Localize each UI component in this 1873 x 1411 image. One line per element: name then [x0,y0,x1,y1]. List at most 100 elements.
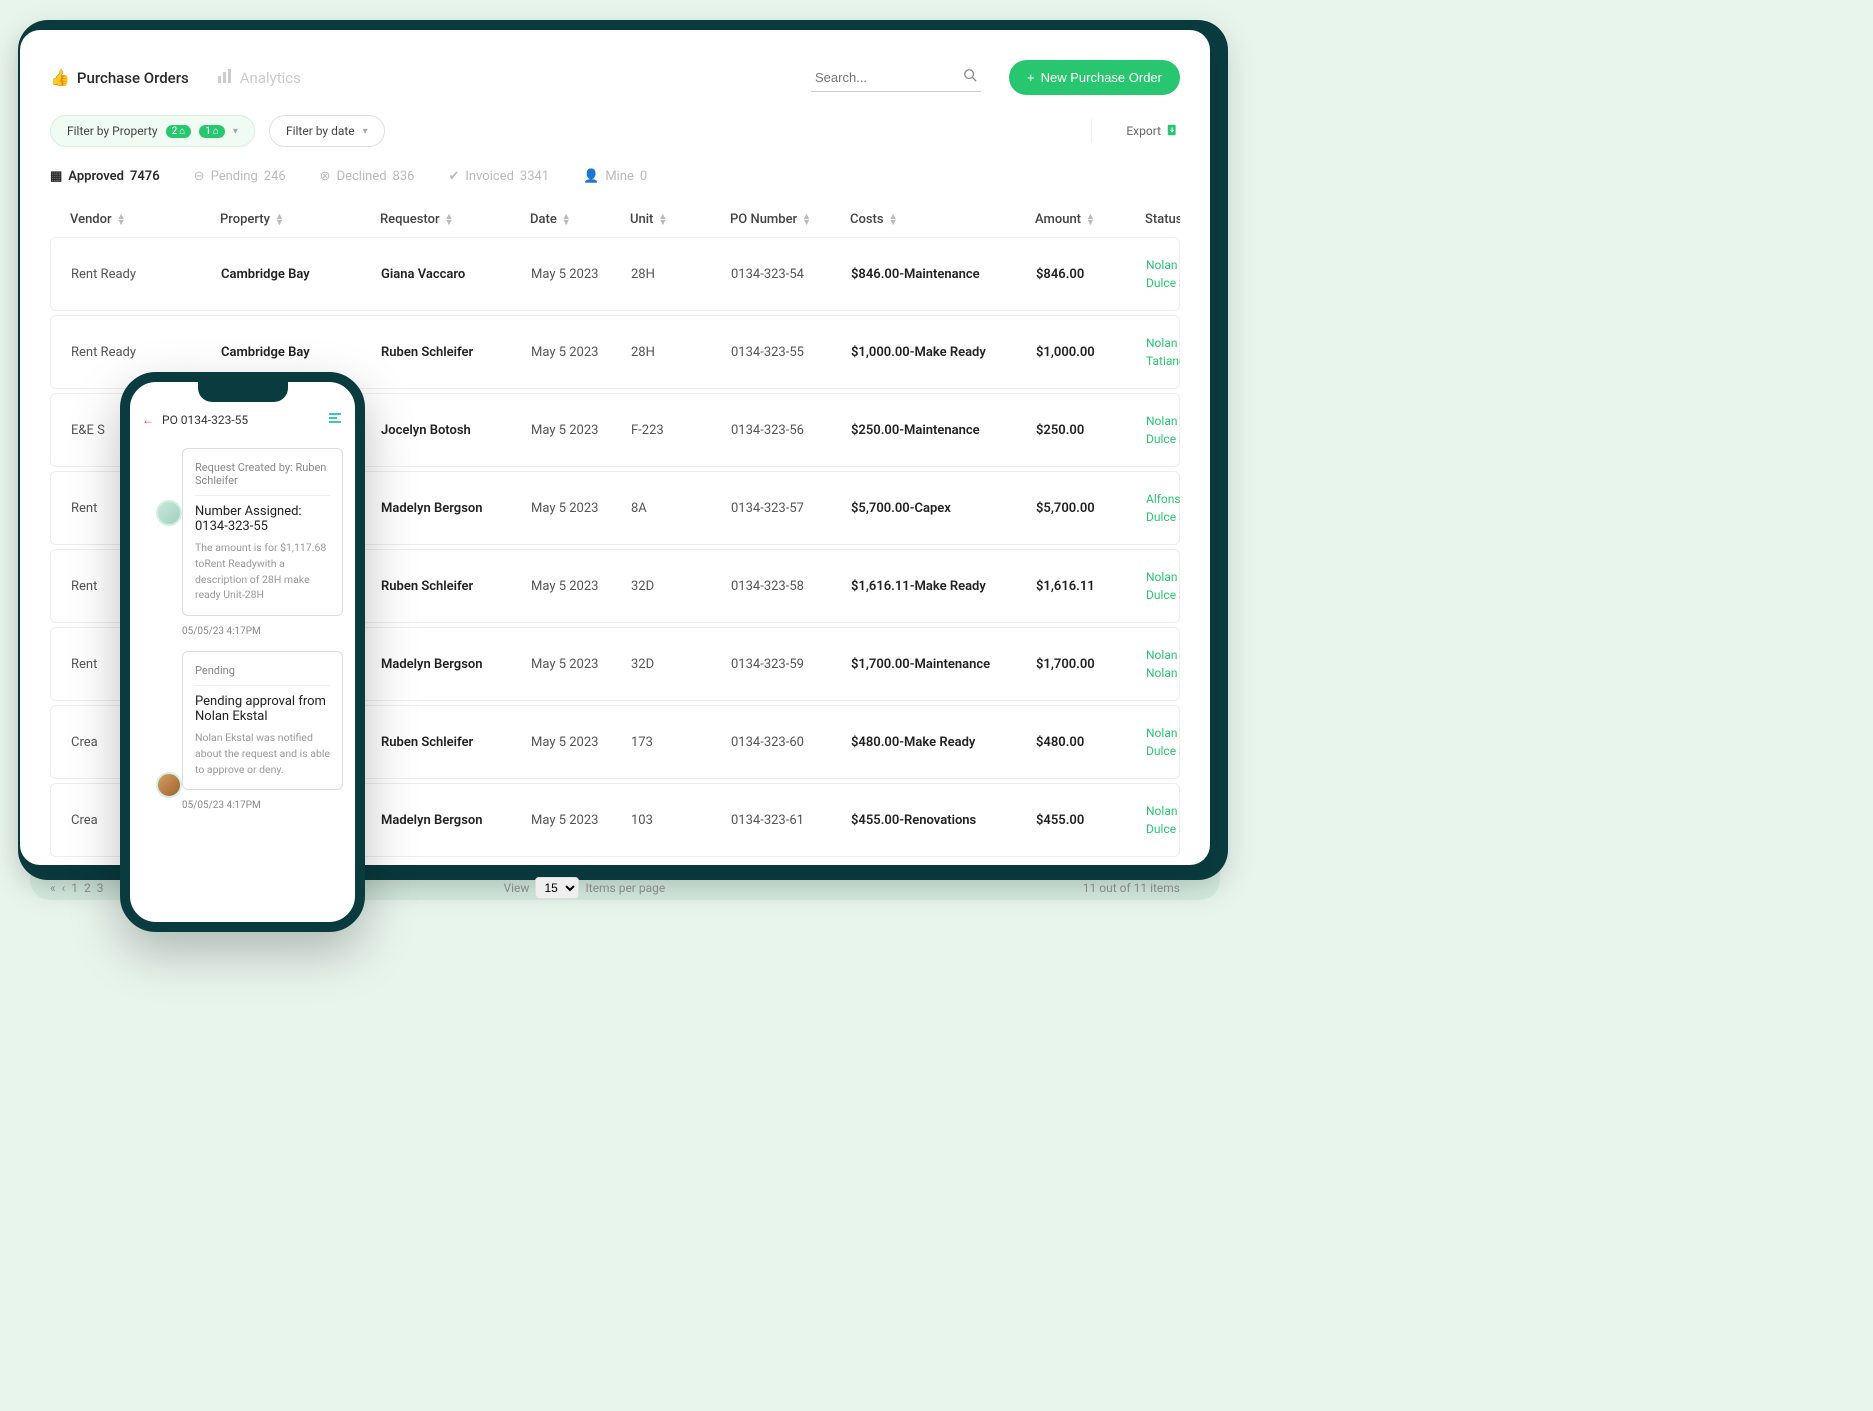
minus-circle-icon: ⊖ [194,169,205,184]
sort-icon: ▲▼ [802,214,811,226]
search-wrap [811,64,981,92]
cell-date: May 5 2023 [531,345,631,360]
cell-status: Nolan EDulce S [1146,412,1180,448]
export-button[interactable]: Export [1126,123,1180,140]
status-tab-mine[interactable]: 👤 Mine 0 [583,169,647,184]
cell-requestor: Madelyn Bergson [381,501,531,516]
cell-status: Nolan ENolan E [1146,646,1180,682]
cell-vendor: Rent Ready [71,267,221,282]
cell-property: Cambridge Bay [221,267,381,282]
col-vendor[interactable]: Vendor▲▼ [70,212,220,227]
new-purchase-order-button[interactable]: + New Purchase Order [1009,60,1180,95]
cell-status: Nolan EDulce S [1146,568,1180,604]
cell-date: May 5 2023 [531,267,631,282]
phone-mockup: ← PO 0134-323-55 Request Created by: Rub… [120,372,365,932]
cell-requestor: Madelyn Bergson [381,813,531,828]
phone-title: PO 0134-323-55 [162,413,248,427]
thumbs-up-icon: 👍 [50,68,70,87]
bar-chart-icon [217,68,233,88]
status-count: 7476 [130,169,160,184]
col-property[interactable]: Property▲▼ [220,212,380,227]
cell-unit: 103 [631,813,731,828]
col-amount[interactable]: Amount▲▼ [1035,212,1145,227]
cell-amount: $250.00 [1036,423,1146,438]
cell-costs: $5,700.00-Capex [851,501,1036,516]
tab-analytics[interactable]: Analytics [217,68,301,88]
cell-date: May 5 2023 [531,735,631,750]
cell-unit: F-223 [631,423,731,438]
col-unit[interactable]: Unit▲▼ [630,212,730,227]
col-date[interactable]: Date▲▼ [530,212,630,227]
page-link[interactable]: ‹ [62,881,66,895]
cell-status: AlfonscDulce S [1146,490,1180,526]
cell-date: May 5 2023 [531,813,631,828]
back-icon[interactable]: ← [142,413,154,427]
page-link[interactable]: 2 [84,881,91,895]
export-icon [1166,123,1180,140]
col-requestor[interactable]: Requestor▲▼ [380,212,530,227]
export-label: Export [1126,124,1161,138]
page-link[interactable]: 1 [71,881,78,895]
sort-icon: ▲▼ [1086,214,1095,226]
tab-label: Analytics [240,69,301,87]
per-page-suffix: Items per page [585,881,665,895]
filter-badge: 2⌂ [166,125,192,138]
status-label: Declined [337,169,387,184]
search-input[interactable] [811,64,981,92]
plus-icon: + [1027,70,1035,85]
col-po[interactable]: PO Number▲▼ [730,212,850,227]
page-list: « ‹ 123 [50,881,104,895]
pending-card: Pending Pending approval from Nolan Ekst… [182,651,343,790]
cell-po: 0134-323-61 [731,813,851,828]
cell-status: Nolan EDulce S [1146,256,1180,292]
cell-date: May 5 2023 [531,579,631,594]
cell-status: Nolan ETatianc [1146,334,1180,370]
status-count: 836 [393,169,415,184]
cell-po: 0134-323-58 [731,579,851,594]
page-link[interactable]: « [50,881,56,895]
cell-costs: $1,700.00-Maintenance [851,657,1036,672]
card-title: Pending approval from Nolan Ekstal [195,694,330,724]
status-tab-invoiced[interactable]: ✔ Invoiced 3341 [448,169,549,184]
col-costs[interactable]: Costs▲▼ [850,212,1035,227]
status-tab-approved[interactable]: ▦ Approved 7476 [50,169,160,184]
settings-icon[interactable] [327,410,343,430]
card-desc: The amount is for $1,117.68 toRent Ready… [195,540,330,603]
search-icon[interactable] [963,68,977,86]
avatar [156,772,182,798]
cell-unit: 173 [631,735,731,750]
cell-requestor: Ruben Schleifer [381,579,531,594]
sort-icon: ▲▼ [117,214,126,226]
view-select: View 15 Items per page [504,877,666,899]
cell-requestor: Madelyn Bergson [381,657,531,672]
cell-costs: $846.00-Maintenance [851,267,1036,282]
status-label: Invoiced [465,169,514,184]
filter-date[interactable]: Filter by date ▾ [269,115,385,147]
card-desc: Nolan Ekstal was notified about the requ… [195,730,330,777]
cell-amount: $5,700.00 [1036,501,1146,516]
cell-requestor: Ruben Schleifer [381,735,531,750]
card-header: Request Created by: Ruben Schleifer [195,461,330,496]
request-card: Request Created by: Ruben Schleifer Numb… [182,448,343,616]
col-status[interactable]: Status [1145,212,1180,227]
filter-property[interactable]: Filter by Property 2⌂ 1⌂ ▾ [50,115,255,147]
card-header: Pending [195,664,330,686]
top-bar: 👍 Purchase Orders Analytics + New Purcha… [50,60,1180,95]
status-count: 3341 [520,169,549,184]
cell-costs: $1,000.00-Make Ready [851,345,1036,360]
status-count: 246 [264,169,286,184]
cell-po: 0134-323-56 [731,423,851,438]
cell-po: 0134-323-54 [731,267,851,282]
page-link[interactable]: 3 [97,881,104,895]
cell-costs: $480.00-Make Ready [851,735,1036,750]
check-circle-icon: ✔ [448,169,459,184]
status-tab-declined[interactable]: ⊗ Declined 836 [320,169,415,184]
table-row[interactable]: Rent ReadyCambridge BayGiana VaccaroMay … [50,237,1180,311]
tab-purchase-orders[interactable]: 👍 Purchase Orders [50,68,189,87]
cell-unit: 32D [631,579,731,594]
status-count: 0 [640,169,647,184]
status-tab-pending[interactable]: ⊖ Pending 246 [194,169,286,184]
per-page-select[interactable]: 15 [535,877,579,899]
cell-vendor: Rent Ready [71,345,221,360]
cell-date: May 5 2023 [531,657,631,672]
